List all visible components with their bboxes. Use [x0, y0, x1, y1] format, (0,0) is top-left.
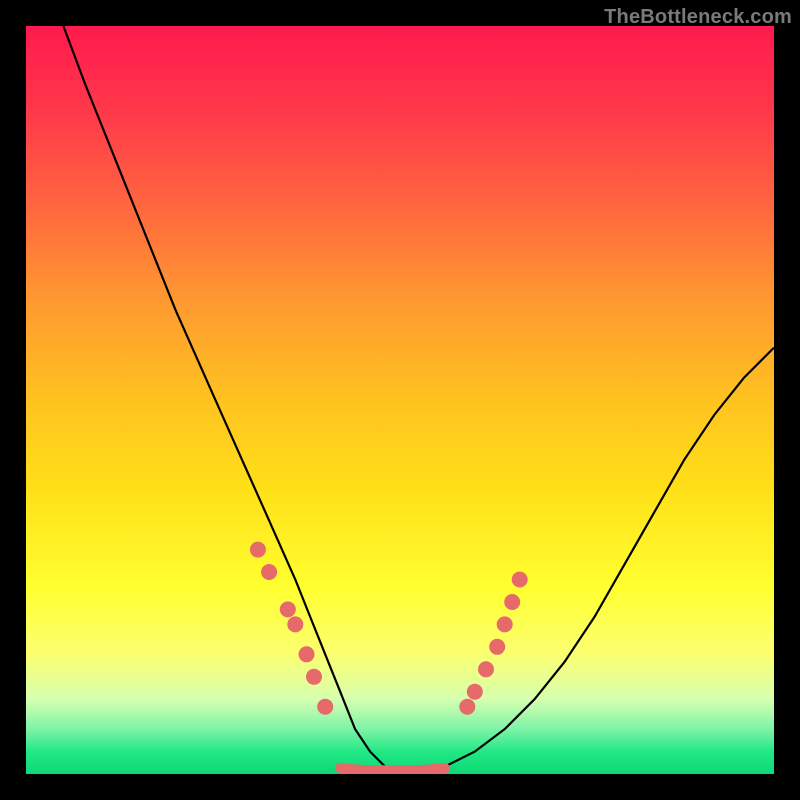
highlight-baseline	[340, 768, 445, 770]
chart-frame: TheBottleneck.com	[0, 0, 800, 800]
watermark-text: TheBottleneck.com	[604, 6, 792, 29]
highlight-dot	[467, 684, 483, 700]
highlight-dot	[459, 699, 475, 715]
highlight-dots-right	[459, 572, 527, 715]
highlight-dot	[306, 669, 322, 685]
chart-svg	[26, 26, 774, 774]
highlight-dot	[489, 639, 505, 655]
highlight-dot	[504, 594, 520, 610]
highlight-dots-left	[250, 542, 333, 715]
highlight-dot	[287, 616, 303, 632]
highlight-dot	[317, 699, 333, 715]
plot-area	[26, 26, 774, 774]
highlight-dot	[299, 646, 315, 662]
highlight-dot	[512, 572, 528, 588]
highlight-dot	[497, 616, 513, 632]
bottleneck-curve	[63, 26, 774, 774]
highlight-dot	[250, 542, 266, 558]
highlight-dot	[280, 601, 296, 617]
highlight-dot	[478, 661, 494, 677]
highlight-dot	[261, 564, 277, 580]
